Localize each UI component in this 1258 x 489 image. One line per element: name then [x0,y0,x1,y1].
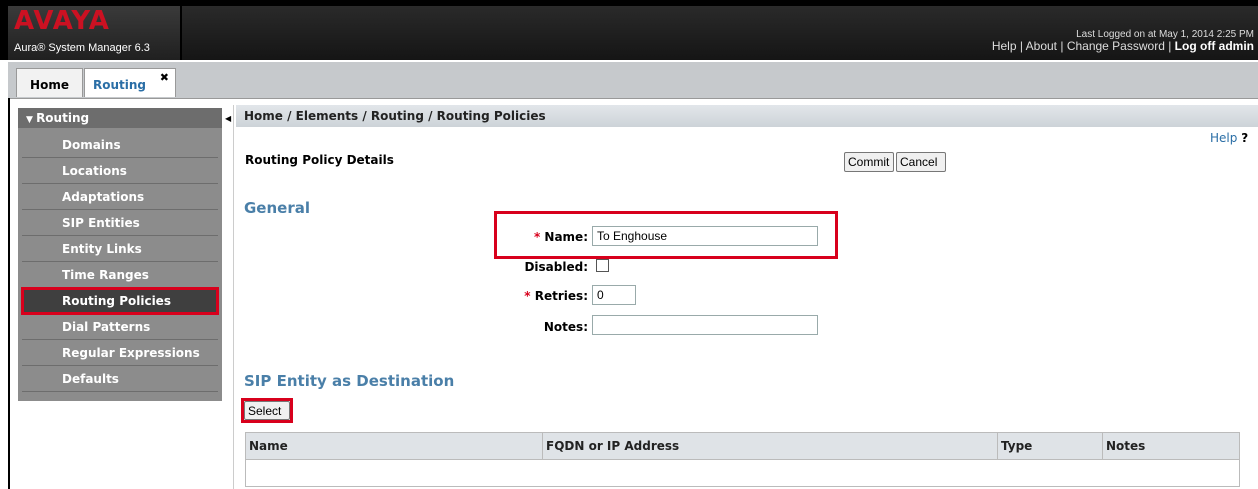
required-marker: * [533,230,541,244]
sidebar-item-time-ranges[interactable]: Time Ranges [22,262,218,288]
left-border [8,98,10,489]
column-header-type[interactable]: Type [997,432,1103,460]
tab-routing-label: Routing [93,78,147,92]
sidebar-item-routing-policies[interactable]: Routing Policies [21,287,219,315]
name-input[interactable]: To Enghouse [592,226,818,246]
brand-block: AVAYA Aura® System Manager 6.3 [8,6,180,60]
sidebar-item-adaptations[interactable]: Adaptations [22,184,218,210]
triangle-down-icon: ▼ [26,115,37,125]
sidebar-item-defaults[interactable]: Defaults [22,366,218,392]
page-help-label: Help [1210,131,1238,145]
general-section-title: General [244,199,310,217]
sidebar-item-entity-links[interactable]: Entity Links [22,236,218,262]
app-header: AVAYA Aura® System Manager 6.3 Last Logg… [0,0,1258,60]
sidebar-item-locations[interactable]: Locations [22,158,218,184]
panel-divider [233,105,234,489]
notes-label: Notes: [543,320,588,334]
avaya-logo: AVAYA [14,6,110,36]
column-header-name[interactable]: Name [245,432,543,460]
logoff-link[interactable]: Log off admin [1175,39,1254,53]
retries-label: * Retries: [490,289,588,303]
sidebar-item-dial-patterns[interactable]: Dial Patterns [22,314,218,340]
cancel-button[interactable]: Cancel [896,152,946,172]
sidebar-header-label: Routing [36,111,90,125]
change-password-link[interactable]: Change Password [1067,39,1165,53]
destination-table: Name FQDN or IP Address Type Notes [245,432,1240,487]
separator: | [1016,39,1026,53]
disabled-checkbox[interactable] [596,259,609,272]
separator: | [1057,39,1067,53]
sidebar-item-regular-expressions[interactable]: Regular Expressions [22,340,218,366]
product-name: Aura® System Manager 6.3 [14,42,150,54]
separator: | [1164,39,1175,53]
breadcrumb: Home / Elements / Routing / Routing Poli… [236,105,1258,127]
close-icon[interactable]: ✖ [160,62,169,94]
sip-entity-section-title: SIP Entity as Destination [244,372,455,390]
empty-cell [245,459,1240,487]
notes-input[interactable] [592,315,818,335]
disabled-label: Disabled: [524,260,588,274]
tab-strip: Home Routing ✖ [8,62,1258,99]
sidebar-header[interactable]: ▼ Routing [18,108,222,128]
column-header-fqdn[interactable]: FQDN or IP Address [542,432,998,460]
name-label: * Name: [500,230,588,244]
collapse-sidebar-icon[interactable]: ◀ [225,114,231,123]
page-title: Routing Policy Details [245,153,394,167]
column-header-notes[interactable]: Notes [1102,432,1240,460]
select-button[interactable]: Select [244,401,290,420]
sidebar: ▼ Routing Domains Locations Adaptations … [18,108,222,401]
tab-routing[interactable]: Routing ✖ [84,68,176,97]
about-link[interactable]: About [1026,39,1057,53]
retries-input[interactable]: 0 [592,285,636,305]
help-link[interactable]: Help [992,39,1017,53]
help-question-icon: ? [1241,131,1249,145]
table-header-row: Name FQDN or IP Address Type Notes [245,432,1240,460]
tab-home[interactable]: Home [16,68,83,97]
sidebar-item-domains[interactable]: Domains [22,132,218,158]
page-help-link[interactable]: Help ? [1210,131,1248,145]
header-links: Help | About | Change Password | Log off… [992,39,1254,53]
required-marker: * [524,289,531,303]
name-label-text: Name: [544,230,588,244]
retries-label-text: Retries: [534,289,588,303]
commit-button[interactable]: Commit [844,152,894,172]
header-bar: Last Logged on at May 1, 2014 2:25 PM He… [182,6,1258,60]
table-row [245,459,1240,487]
sidebar-item-sip-entities[interactable]: SIP Entities [22,210,218,236]
